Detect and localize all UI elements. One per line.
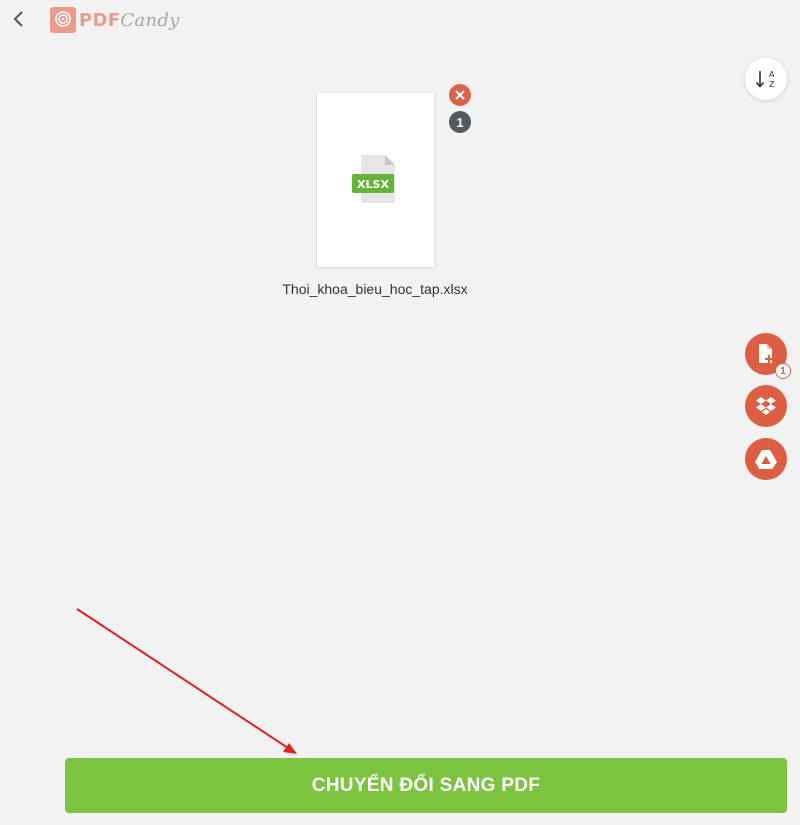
sort-az-button[interactable]: A Z — [745, 58, 787, 100]
sort-az-icon: A Z — [755, 70, 775, 89]
google-drive-icon — [755, 450, 777, 469]
svg-text:Z: Z — [769, 80, 775, 89]
remove-file-button[interactable] — [449, 84, 471, 106]
dropbox-icon — [756, 397, 776, 415]
convert-to-pdf-button[interactable]: CHUYỂN ĐỔI SANG PDF — [65, 758, 787, 813]
file-name-label: Thoi_khoa_bieu_hoc_tap.xlsx — [282, 281, 468, 297]
file-thumbnail-card[interactable]: XLSX — [317, 93, 434, 267]
svg-text:A: A — [769, 70, 775, 79]
file-type-label: XLSX — [357, 178, 389, 191]
xlsx-file-icon: XLSX — [352, 155, 395, 203]
add-file-button[interactable]: 1 — [745, 333, 791, 379]
add-file-icon — [759, 344, 773, 363]
logo-text: PDFCandy — [79, 9, 180, 31]
close-icon — [455, 90, 465, 100]
candy-logo-icon — [50, 7, 76, 33]
pdfcandy-logo[interactable]: PDFCandy — [50, 6, 180, 34]
back-button[interactable] — [8, 6, 30, 32]
added-files-count-badge: 1 — [775, 363, 791, 379]
chevron-left-icon — [13, 11, 23, 27]
dropbox-button[interactable] — [745, 385, 787, 427]
page-count-badge: 1 — [449, 111, 471, 133]
google-drive-button[interactable] — [745, 438, 787, 480]
